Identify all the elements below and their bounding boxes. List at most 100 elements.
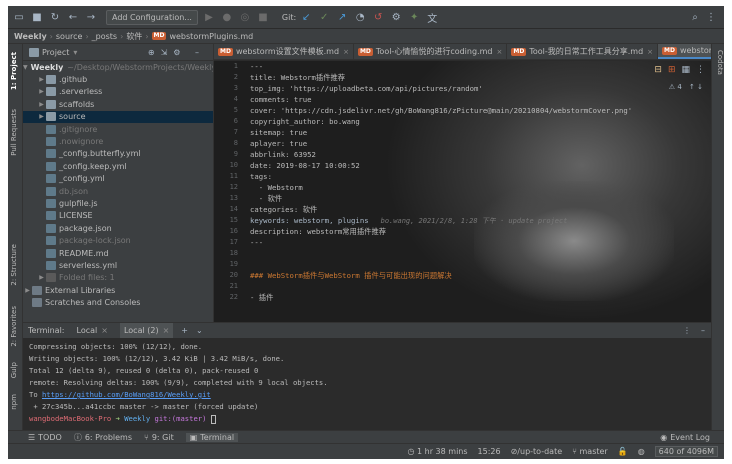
close-tab-icon[interactable]: × bbox=[343, 48, 349, 56]
tree-file[interactable]: ▶ Folded files: 1 bbox=[23, 272, 213, 284]
editor-menu-icon[interactable]: ⋮ bbox=[696, 65, 705, 75]
editor-tab[interactable]: MD Tool-心情愉悦的进行coding.md × bbox=[354, 44, 508, 59]
more-icon[interactable]: ⋮ bbox=[704, 10, 718, 24]
code-line: sitemap: true bbox=[250, 128, 308, 137]
terminal-options-icon[interactable]: ⌄ bbox=[196, 326, 203, 335]
tool-tab-codota[interactable]: Codota bbox=[713, 50, 724, 75]
tree-folder[interactable]: ▶ .github bbox=[23, 73, 213, 85]
lock-icon[interactable]: 🔓 bbox=[618, 447, 628, 456]
tree-file[interactable]: serverless.yml bbox=[23, 259, 213, 271]
breadcrumb-item[interactable]: 软件 bbox=[126, 31, 142, 42]
terminal-tab-bottom[interactable]: ▣ Terminal bbox=[185, 432, 239, 442]
tree-file[interactable]: package.json bbox=[23, 222, 213, 234]
status-vcs[interactable]: ⊘/up-to-date bbox=[511, 447, 563, 456]
tree-folder[interactable]: ▶ source bbox=[23, 110, 213, 123]
editor[interactable]: ⊟ ⊞ ▦ ⋮ ⚠ 4 ↑ ↓ 1 2 3 4 5 6 7 8 9 10 11 12 13 14 15 16 1… bbox=[214, 61, 711, 322]
tree-item-label: .nowignore bbox=[59, 137, 104, 147]
main-toolbar: ▭ ■ ↻ ← → Add Configuration... ▶ ● ◎ ■ G… bbox=[8, 6, 724, 29]
clock-icon: ◷ bbox=[407, 447, 415, 456]
tree-file[interactable]: _config.yml bbox=[23, 173, 213, 185]
panel-actions-icon[interactable]: ⊕⇲⚙ – bbox=[148, 48, 205, 57]
tree-file[interactable]: db.json bbox=[23, 185, 213, 197]
terminal-tab-active[interactable]: Local (2) × bbox=[119, 322, 174, 339]
debug-icon[interactable]: ● bbox=[220, 10, 234, 24]
tree-file[interactable]: .nowignore bbox=[23, 135, 213, 147]
tree-root[interactable]: ▼ Weekly ~/Desktop/WebstormProjects/Week… bbox=[23, 61, 213, 73]
tool-tab-favorites[interactable]: 2: Favorites bbox=[10, 306, 21, 347]
file-icon bbox=[46, 137, 56, 147]
editor-tab-label: Tool-心情愉悦的进行coding.md bbox=[375, 47, 493, 56]
sync-icon[interactable]: ↻ bbox=[48, 10, 62, 24]
git-push-icon[interactable]: ↗ bbox=[335, 10, 349, 24]
event-log-tab[interactable]: ◉ Event Log bbox=[660, 433, 710, 442]
git-commit-icon[interactable]: ✓ bbox=[317, 10, 331, 24]
tree-file[interactable]: _config.keep.yml bbox=[23, 160, 213, 172]
terminal-tab[interactable]: Local × bbox=[73, 323, 112, 339]
project-view-selector[interactable]: Project bbox=[42, 48, 69, 57]
git-update-icon[interactable]: ↙ bbox=[299, 10, 313, 24]
repo-url-link[interactable]: https://github.com/BoWang816/Weekly.git bbox=[42, 390, 211, 399]
editor-tab[interactable]: MD Tool-我的日常工作工具分享.md × bbox=[507, 44, 659, 59]
code-area[interactable]: --- title: Webstorm插件推荐 top_img: 'https://… bbox=[250, 61, 690, 303]
line-number: 19 bbox=[229, 260, 238, 268]
tool-tab-npm[interactable]: npm bbox=[10, 394, 21, 410]
close-tab-icon[interactable]: × bbox=[496, 48, 502, 56]
tree-file[interactable]: ▶ External Libraries bbox=[23, 284, 213, 296]
tree-file[interactable]: .gitignore bbox=[23, 123, 213, 135]
git-rollback-icon[interactable]: ↺ bbox=[371, 10, 385, 24]
terminal-output[interactable]: Compressing objects: 100% (12/12), done.… bbox=[23, 338, 711, 430]
line-number: 18 bbox=[229, 249, 238, 257]
folder-icon bbox=[46, 87, 56, 97]
tool-tab-pull-requests[interactable]: Pull Requests bbox=[10, 109, 21, 156]
tree-file[interactable]: LICENSE bbox=[23, 210, 213, 222]
tool-tab-project[interactable]: 1: Project bbox=[10, 52, 21, 90]
back-icon[interactable]: ← bbox=[66, 10, 80, 24]
memory-indicator[interactable]: 640 of 4096M bbox=[654, 446, 718, 457]
breadcrumb-item[interactable]: webstormPlugins.md bbox=[169, 32, 253, 41]
close-tab-icon[interactable]: × bbox=[647, 48, 653, 56]
todo-tab[interactable]: ☰ TODO bbox=[28, 433, 62, 442]
git-history-icon[interactable]: ◔ bbox=[353, 10, 367, 24]
problems-tab[interactable]: ⓘ 6: Problems bbox=[74, 432, 132, 443]
tree-file[interactable]: gulpfile.js bbox=[23, 197, 213, 209]
next-highlight-icon[interactable]: ↓ bbox=[697, 83, 703, 91]
git-tab[interactable]: ⑂ 9: Git bbox=[144, 433, 174, 442]
folder-open-icon[interactable]: ▭ bbox=[12, 10, 26, 24]
tree-folder[interactable]: ▶ .serverless bbox=[23, 86, 213, 98]
tree-file[interactable]: Scratches and Consoles bbox=[23, 296, 213, 308]
breadcrumb-item[interactable]: source bbox=[56, 32, 83, 41]
status-position[interactable]: 15:26 bbox=[478, 447, 501, 456]
code-line: keywords: webstorm, plugins bo.wang, 2021… bbox=[250, 216, 568, 225]
editor-tab[interactable]: MD webstorm设置文件模板.md × bbox=[214, 44, 354, 59]
event-log-icon: ◉ bbox=[660, 432, 668, 442]
status-time[interactable]: ◷ 1 hr 38 mins bbox=[407, 447, 467, 456]
search-icon[interactable]: ⌕ bbox=[688, 10, 702, 24]
run-configuration-dropdown[interactable]: Add Configuration... bbox=[106, 9, 198, 25]
right-tool-stripe: Codota bbox=[711, 44, 724, 430]
tree-file[interactable]: package-lock.json bbox=[23, 234, 213, 246]
hide-panel-icon[interactable]: – bbox=[701, 326, 705, 335]
stop-icon[interactable]: ■ bbox=[256, 10, 270, 24]
notifications-icon[interactable]: ◍ bbox=[638, 447, 645, 456]
plugin-icon[interactable]: ✦ bbox=[407, 10, 421, 24]
tool-tab-structure[interactable]: 2: Structure bbox=[10, 244, 21, 286]
new-terminal-icon[interactable]: + bbox=[181, 326, 188, 335]
translate-icon[interactable]: 文 bbox=[425, 10, 439, 25]
tool-tab-gulp[interactable]: Gulp bbox=[10, 362, 21, 378]
run-icon[interactable]: ▶ bbox=[202, 10, 216, 24]
forward-icon[interactable]: → bbox=[84, 10, 98, 24]
breadcrumb-item[interactable]: _posts bbox=[92, 32, 117, 41]
editor-tab[interactable]: MDwebstormPlugins.md× bbox=[658, 44, 711, 59]
breadcrumb-item[interactable]: Weekly bbox=[14, 32, 47, 41]
tree-file[interactable]: README.md bbox=[23, 247, 213, 259]
coverage-icon[interactable]: ◎ bbox=[238, 10, 252, 24]
tree-file[interactable]: _config.butterfly.yml bbox=[23, 148, 213, 160]
tree-folder[interactable]: ▶ scaffolds bbox=[23, 98, 213, 110]
status-branch[interactable]: ⑂ master bbox=[572, 447, 608, 456]
settings-icon[interactable]: ⚙ bbox=[389, 10, 403, 24]
save-icon[interactable]: ■ bbox=[30, 10, 44, 24]
vcs-icon: ⊘ bbox=[510, 447, 518, 456]
line-number: 1 bbox=[233, 62, 238, 70]
terminal-menu-icon[interactable]: ⋮ bbox=[683, 326, 691, 335]
terminal-line: remote: Resolving deltas: 100% (9/9), co… bbox=[29, 378, 328, 387]
